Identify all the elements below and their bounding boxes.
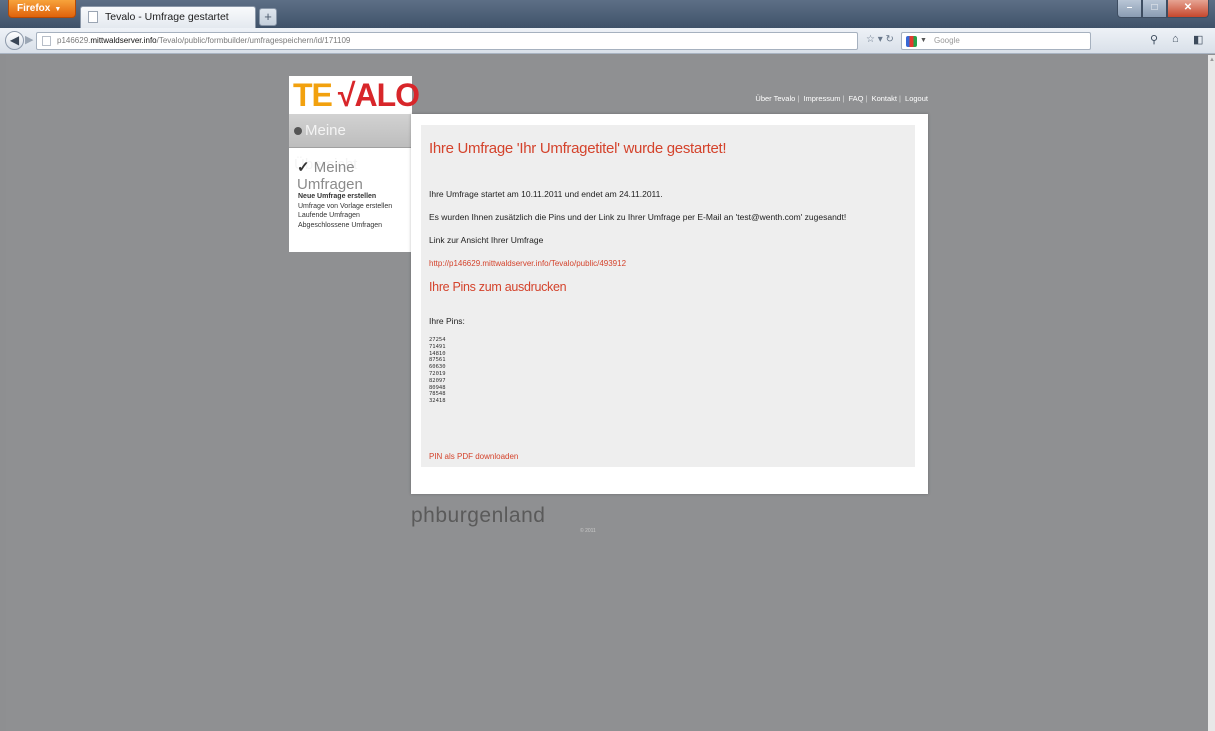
- pin-item: 71491: [429, 343, 446, 350]
- survey-period-text: Ihre Umfrage startet am 10.11.2011 und e…: [429, 189, 663, 199]
- pin-item: 27254: [429, 337, 446, 343]
- maximize-button[interactable]: □: [1142, 0, 1167, 18]
- address-bar[interactable]: p146629.mittwaldserver.info/Tevalo/publi…: [36, 32, 858, 50]
- pin-item: 80948: [429, 384, 446, 391]
- page-icon: [42, 36, 51, 46]
- page-icon: [88, 11, 98, 23]
- bullet-icon: [294, 127, 302, 135]
- pin-item: 72019: [429, 370, 446, 377]
- sidebar-item-running[interactable]: Laufende Umfragen: [298, 211, 413, 221]
- url-prefix: p146629.: [57, 36, 91, 45]
- firefox-menu-label: Firefox: [17, 3, 51, 14]
- mail-notice-text: Es wurden Ihnen zusätzlich die Pins und …: [429, 212, 847, 222]
- pins-label: Ihre Pins:: [429, 316, 465, 326]
- bookmark-star-icon[interactable]: ☆ ▾ ↻: [866, 34, 894, 45]
- pin-item: 14810: [429, 350, 446, 357]
- pins-heading: Ihre Pins zum ausdrucken: [429, 280, 567, 294]
- search-placeholder: Google: [934, 36, 960, 45]
- logo-alo: ALO: [354, 77, 420, 113]
- forward-button[interactable]: ▶: [25, 33, 33, 46]
- url-host: mittwaldserver.info: [90, 36, 157, 45]
- sidebar-submenu: Neue Umfrage erstellen Umfrage von Vorla…: [289, 192, 413, 230]
- new-tab-button[interactable]: +: [259, 8, 277, 26]
- firefox-menu-button[interactable]: Firefox ▼: [8, 0, 76, 18]
- logo-check: √: [337, 77, 356, 113]
- sidebar-item-overview[interactable]: Meine Übersicht: [289, 114, 413, 173]
- vertical-scrollbar[interactable]: ▲: [1208, 55, 1215, 731]
- browser-navbar: ◀ ▶ p146629.mittwaldserver.info/Tevalo/p…: [0, 28, 1215, 54]
- pdf-download-link[interactable]: PIN als PDF downloaden: [429, 452, 518, 461]
- logo-te: TE: [293, 77, 333, 113]
- url-path: /Tevalo/public/formbuilder/umfragespeich…: [156, 36, 351, 45]
- link-ueber-tevalo[interactable]: Über Tevalo: [753, 94, 797, 103]
- pin-item: 87561: [429, 357, 446, 364]
- link-kontakt[interactable]: Kontakt: [870, 94, 899, 103]
- chevron-down-icon: ▼: [920, 37, 927, 44]
- pin-item: 82097: [429, 377, 446, 384]
- sidebar-item-from-template[interactable]: Umfrage von Vorlage erstellen: [298, 202, 413, 212]
- home-icon[interactable]: ⌂: [1172, 33, 1179, 45]
- addon-bar-icon[interactable]: ◧: [1193, 33, 1203, 46]
- sidebar: Meine Übersicht ✓ Meine Umfragen Neue Um…: [289, 114, 413, 252]
- footer-copyright: © 2011: [580, 528, 596, 534]
- sidebar-item-new-survey[interactable]: Neue Umfrage erstellen: [298, 192, 413, 202]
- close-window-button[interactable]: ✕: [1167, 0, 1209, 18]
- window-controls: – □ ✕: [1117, 0, 1209, 18]
- sidebar-item-finished[interactable]: Abgeschlossene Umfragen: [298, 221, 413, 231]
- pin-list: 27254 71491 14810 87561 60630 72019 8209…: [429, 337, 446, 405]
- link-label: Link zur Ansicht Ihrer Umfrage: [429, 235, 544, 245]
- back-button[interactable]: ◀: [5, 31, 24, 50]
- link-logout[interactable]: Logout: [903, 94, 930, 103]
- pin-item: 32418: [429, 398, 446, 405]
- pin-item: 78548: [429, 391, 446, 398]
- main-panel: Ihre Umfrage 'Ihr Umfragetitel' wurde ge…: [411, 114, 928, 494]
- scroll-up-icon[interactable]: ▲: [1209, 57, 1215, 63]
- link-impressum[interactable]: Impressum: [801, 94, 842, 103]
- tevalo-logo[interactable]: TE √ALO: [289, 76, 420, 114]
- google-icon: [906, 36, 917, 47]
- link-faq[interactable]: FAQ: [847, 94, 866, 103]
- browser-tab[interactable]: Tevalo - Umfrage gestartet: [80, 6, 256, 28]
- checkmark-icon: ✓: [297, 159, 310, 176]
- content-box: Ihre Umfrage 'Ihr Umfragetitel' wurde ge…: [421, 125, 915, 467]
- survey-link[interactable]: http://p146629.mittwaldserver.info/Teval…: [429, 259, 626, 268]
- footer-brand: phburgenland: [411, 504, 546, 527]
- search-bar[interactable]: ▼ Google: [901, 32, 1091, 50]
- page-title: Ihre Umfrage 'Ihr Umfragetitel' wurde ge…: [429, 140, 727, 157]
- chevron-down-icon: ▼: [54, 6, 62, 13]
- header-nav: Über Tevalo | Impressum | FAQ | Kontakt | Lo…: [753, 94, 930, 103]
- pin-item: 60630: [429, 364, 446, 371]
- minimize-button[interactable]: –: [1117, 0, 1142, 18]
- browser-titlebar: Firefox ▼ Tevalo - Umfrage gestartet + – …: [0, 0, 1215, 28]
- search-icon[interactable]: ⚲: [1150, 33, 1158, 46]
- tab-title: Tevalo - Umfrage gestartet: [105, 11, 229, 23]
